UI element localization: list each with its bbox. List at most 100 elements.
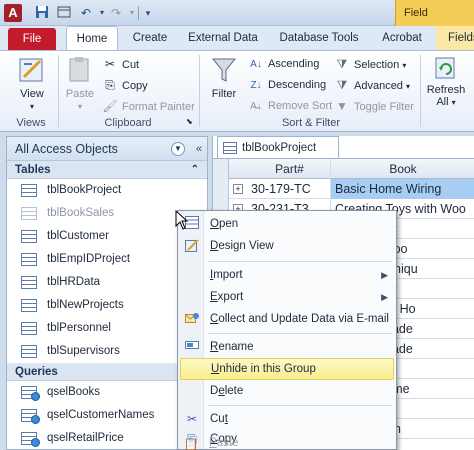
chevron-down-icon[interactable]: ▼	[171, 142, 185, 156]
cell-book[interactable]: Basic Home Wiring	[331, 179, 474, 199]
tab-file[interactable]: File	[8, 28, 56, 50]
submenu-arrow-icon: ▶	[381, 270, 388, 280]
format-painter-button[interactable]: 🖌 Format Painter	[102, 97, 194, 115]
menu-separator	[208, 405, 392, 406]
sort-ascending-icon: A↓	[250, 59, 262, 70]
tab-create[interactable]: Create	[124, 26, 176, 50]
table-icon	[223, 142, 237, 154]
rename-icon	[184, 339, 200, 355]
grid-header-row: Part# Book	[213, 159, 474, 179]
advanced-button[interactable]: ⧩ Advanced ▾	[334, 76, 410, 94]
refresh-icon	[435, 57, 455, 79]
group-separator	[58, 55, 59, 127]
table-icon	[21, 207, 37, 220]
copy-icon: ⎘	[105, 78, 115, 92]
group-label-clipboard: Clipboard	[104, 117, 152, 129]
menu-item-rename[interactable]: Rename	[180, 336, 394, 358]
access-app-icon[interactable]: A	[4, 4, 22, 22]
view-button[interactable]: View ▾	[12, 55, 52, 112]
funnel-icon	[211, 58, 237, 82]
menu-item-import[interactable]: Import ▶	[180, 264, 394, 286]
ascending-button[interactable]: A↓ Ascending	[248, 55, 319, 73]
ribbon-tab-row: File Home Create External Data Database …	[0, 26, 474, 51]
nav-item-tblbookproject[interactable]: tblBookProject	[7, 179, 207, 202]
paste-icon	[69, 57, 89, 82]
table-icon	[21, 276, 37, 289]
menu-item-cut[interactable]: ✂ Cut	[180, 408, 394, 430]
undo-icon[interactable]: ↶	[78, 5, 94, 21]
tab-external-data[interactable]: External Data	[182, 26, 264, 50]
group-label-sort-filter: Sort & Filter	[281, 117, 341, 129]
group-label-views: Views	[16, 117, 46, 129]
email-data-icon	[184, 311, 200, 327]
column-header-part[interactable]: Part#	[249, 159, 331, 179]
remove-sort-button[interactable]: A̶↓ Remove Sort	[248, 97, 332, 115]
view-icon	[19, 58, 43, 82]
toggle-filter-button[interactable]: ▼ Toggle Filter	[334, 97, 414, 115]
tab-database-tools[interactable]: Database Tools	[272, 26, 366, 50]
menu-item-paste[interactable]: 📋 Paste	[179, 436, 393, 450]
customize-qat-icon[interactable]: ▾	[140, 5, 156, 21]
refresh-all-button[interactable]: Refresh All ▾	[424, 55, 468, 108]
contextual-tab-header: Field	[395, 0, 474, 26]
menu-separator	[208, 333, 392, 334]
title-bar: A ↶ ▾ ↷ ▾ ▾ Field	[0, 0, 474, 26]
group-separator	[199, 55, 200, 127]
expand-subdatasheet-icon[interactable]: +	[233, 184, 243, 194]
select-all-cell[interactable]	[213, 159, 229, 179]
menu-item-unhide-in-group[interactable]: Unhide in this Group	[180, 358, 394, 380]
advanced-filter-icon: ⧩	[336, 78, 348, 92]
context-menu: Open Design View Import ▶ Export ▶ Colle…	[177, 210, 397, 450]
menu-item-design-view[interactable]: Design View	[180, 235, 394, 257]
table-row[interactable]: +30-179-TC Basic Home Wiring	[213, 179, 474, 199]
mouse-pointer-icon	[175, 210, 189, 230]
table-icon	[21, 184, 37, 197]
nav-pane-header[interactable]: All Access Objects ▼ «	[7, 137, 207, 161]
clipboard-launcher-icon[interactable]: ⬊	[186, 113, 193, 131]
copy-button[interactable]: ⎘ Copy	[102, 76, 148, 94]
query-icon	[21, 386, 40, 401]
table-icon	[21, 299, 37, 312]
qat-separator	[138, 6, 139, 20]
paste-icon: 📋	[183, 437, 199, 450]
shutter-bar-close-icon[interactable]: «	[196, 137, 202, 161]
column-header-book[interactable]: Book	[331, 159, 474, 179]
filter-button[interactable]: Filter	[204, 55, 244, 100]
cell-part[interactable]: 30-179-TC	[249, 179, 331, 199]
menu-item-collect-update-email[interactable]: Collect and Update Data via E-mail	[180, 308, 394, 330]
paste-button[interactable]: Paste ▾	[62, 55, 98, 112]
table-icon	[21, 322, 37, 335]
tab-fields[interactable]: Fields	[436, 26, 474, 50]
menu-item-open[interactable]: Open	[180, 213, 394, 235]
selection-filter-icon: ⧩	[336, 57, 348, 71]
document-tab-tblbookproject[interactable]: tblBookProject	[217, 136, 339, 158]
scissors-icon: ✂	[104, 57, 116, 71]
submenu-arrow-icon: ▶	[381, 292, 388, 302]
record-selector[interactable]	[213, 179, 229, 199]
qat-properties-icon[interactable]	[56, 5, 72, 21]
table-icon	[21, 230, 37, 243]
menu-item-delete[interactable]: Delete	[180, 380, 394, 402]
remove-sort-icon: A̶↓	[250, 101, 262, 112]
query-icon	[21, 409, 40, 424]
redo-icon[interactable]: ↷	[108, 5, 124, 21]
save-icon[interactable]	[34, 5, 50, 21]
design-view-icon	[184, 238, 200, 254]
cut-button[interactable]: ✂ Cut	[102, 55, 139, 73]
sort-descending-icon: Z↓	[250, 80, 262, 91]
paintbrush-icon: 🖌	[102, 99, 118, 113]
selection-button[interactable]: ⧩ Selection ▾	[334, 55, 407, 73]
tab-acrobat[interactable]: Acrobat	[374, 26, 430, 50]
menu-separator	[208, 261, 392, 262]
nav-group-tables[interactable]: Tables ⌃	[7, 161, 207, 179]
table-icon	[21, 253, 37, 266]
collapse-group-icon[interactable]: ⌃	[191, 161, 199, 179]
descending-button[interactable]: Z↓ Descending	[248, 76, 326, 94]
table-icon	[21, 345, 37, 358]
group-separator	[420, 55, 421, 127]
menu-item-export[interactable]: Export ▶	[180, 286, 394, 308]
scissors-icon: ✂	[186, 412, 198, 426]
tab-home[interactable]: Home	[66, 26, 118, 51]
ribbon: View ▾ Views Paste ▾ ✂ Cut ⎘ Copy 🖌 Format Pa…	[0, 50, 474, 132]
toggle-filter-icon: ▼	[336, 99, 348, 113]
